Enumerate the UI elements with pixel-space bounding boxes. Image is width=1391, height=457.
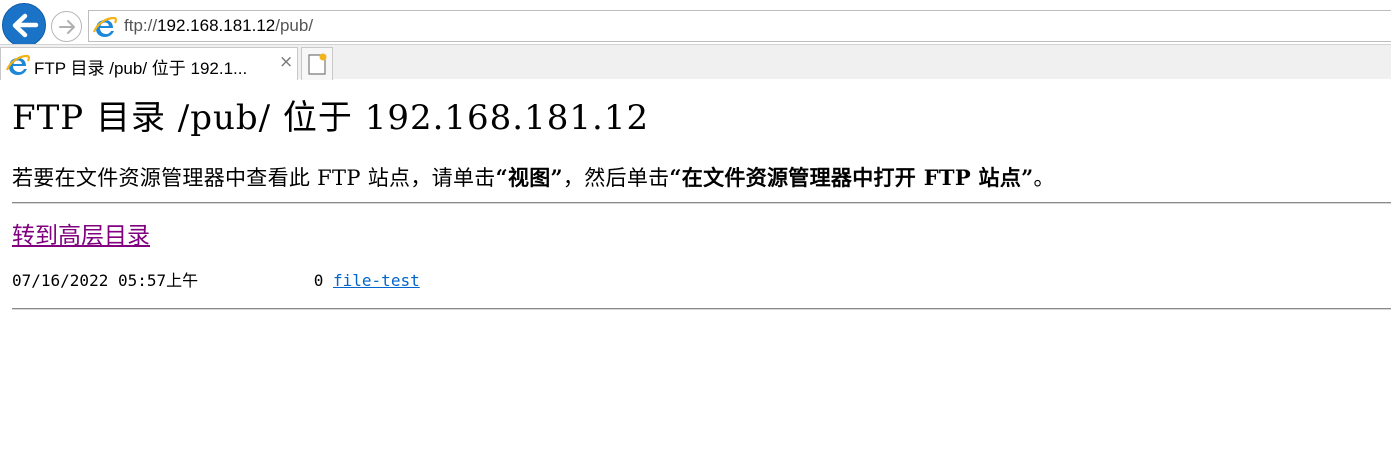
page-title: FTP 目录 /pub/ 位于 192.168.181.12 — [12, 98, 650, 138]
tab-ftp-directory[interactable]: FTP 目录 /pub/ 位于 192.1... × — [0, 47, 298, 80]
file-time: 05:57上午 — [117, 271, 199, 290]
new-tab-button[interactable] — [301, 47, 333, 80]
address-bar[interactable]: ftp://192.168.181.12/pub/ — [88, 10, 1391, 42]
back-button[interactable] — [2, 3, 46, 47]
forward-button[interactable] — [51, 11, 82, 42]
instructions-text: 若要在文件资源管理器中查看此 FTP 站点，请单击“视图”，然后单击“在文件资源… — [12, 162, 1055, 192]
forward-arrow-icon — [59, 20, 75, 34]
instructions-view-label: “视图” — [495, 165, 563, 190]
back-arrow-icon — [12, 13, 39, 38]
address-path: /pub/ — [275, 16, 314, 35]
tab-strip: FTP 目录 /pub/ 位于 192.1... × — [0, 44, 1391, 80]
tab-title: FTP 目录 /pub/ 位于 192.1... — [34, 59, 248, 78]
divider-top — [12, 202, 1391, 204]
instructions-part2: ，然后单击 — [562, 166, 670, 190]
navigation-bar: ftp://192.168.181.12/pub/ — [0, 0, 1391, 47]
parent-directory-link[interactable]: 转到高层目录 — [12, 216, 150, 250]
file-size: 0 — [313, 271, 324, 290]
instructions-open-in-explorer-label: “在文件资源管理器中打开 FTP 站点” — [669, 165, 1034, 190]
ie-logo-icon — [6, 54, 30, 75]
close-icon[interactable]: × — [279, 52, 293, 72]
ie-logo-icon — [93, 16, 117, 37]
instructions-part3: 。 — [1033, 166, 1055, 190]
file-list-row: 07/16/2022 05:57上午 0 file-test — [12, 267, 420, 291]
file-link[interactable]: file-test — [333, 271, 420, 290]
file-date: 07/16/2022 — [12, 271, 109, 290]
new-tab-icon — [308, 53, 327, 75]
divider-bottom — [12, 308, 1391, 310]
instructions-part1: 若要在文件资源管理器中查看此 FTP 站点，请单击 — [12, 166, 496, 190]
address-host: 192.168.181.12 — [157, 16, 276, 35]
address-url[interactable]: ftp://192.168.181.12/pub/ — [124, 16, 313, 36]
address-scheme: ftp:// — [124, 16, 158, 35]
